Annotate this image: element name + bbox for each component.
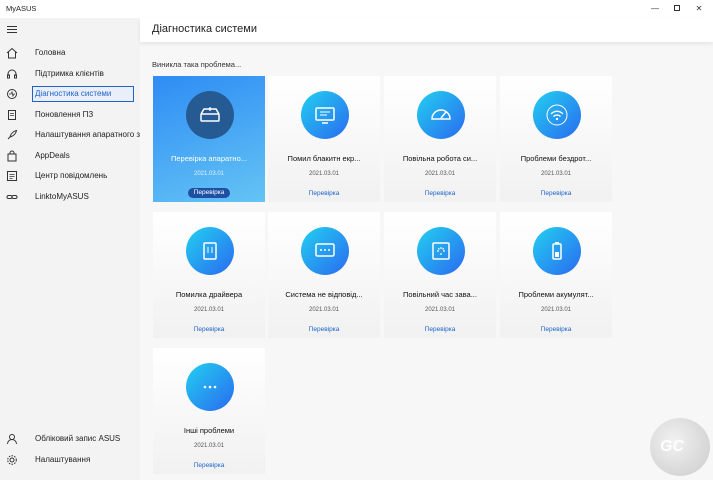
sidebar-item-notifications[interactable]: Центр повідомлень [0, 166, 140, 186]
card-icon-circle [186, 363, 234, 411]
sidebar-item-label: Налаштування [35, 455, 91, 464]
sidebar-item-account[interactable]: Обліковий запис ASUS [0, 429, 140, 449]
card-title: Помилка драйвера [175, 290, 243, 299]
check-button[interactable]: Перевірка [384, 190, 496, 197]
maximize-button[interactable] [666, 0, 688, 18]
card-title: Помил блакитн екр... [287, 154, 361, 163]
close-button[interactable]: ✕ [688, 0, 710, 18]
hardware-drive-icon [200, 107, 220, 122]
sidebar-item-settings[interactable]: Налаштування [0, 450, 140, 470]
chat-dots-icon [315, 243, 335, 257]
sidebar-item-hardware-settings[interactable]: Налаштування апаратного з [0, 125, 140, 145]
page-title: Діагностика системи [152, 23, 258, 35]
card-icon-circle [301, 227, 349, 275]
monitor-icon [315, 107, 335, 124]
user-icon [7, 434, 17, 445]
card-title: Інші проблеми [183, 426, 235, 435]
sidebar-item-label: Підтримка клієнтів [35, 69, 104, 78]
card-title: Проблеми бездрот... [520, 154, 592, 163]
app-title: MyASUS [6, 4, 37, 13]
card-date: 2021.03.01 [540, 171, 572, 177]
message-icon [7, 171, 17, 181]
wifi-icon [546, 104, 568, 126]
gear-icon [7, 455, 17, 465]
card-icon-circle [417, 91, 465, 139]
sidebar-item-appdeals[interactable]: AppDeals [0, 146, 140, 166]
sidebar-item-label: Діагностика системи [35, 89, 112, 98]
page-header: Діагностика системи [140, 18, 713, 42]
card-title: Система не відповід... [285, 290, 363, 299]
sidebar-item-label: Поновлення ПЗ [35, 110, 94, 119]
bag-icon [7, 150, 17, 162]
card-driver-error[interactable]: Помилка драйвера 2021.03.01 Перевірка [153, 212, 265, 338]
sidebar-item-label: Налаштування апаратного з [35, 130, 141, 139]
card-title: Повільна робота си... [402, 154, 478, 163]
maximize-icon [674, 5, 680, 11]
sidebar-item-label: AppDeals [35, 151, 70, 160]
check-button[interactable]: Перевірка [268, 326, 380, 333]
card-slow-boot[interactable]: Повільний час зава... 2021.03.01 Перевір… [384, 212, 496, 338]
sidebar-item-home[interactable]: Головна [0, 43, 140, 63]
card-hardware-check[interactable]: Перевірка апаратно... 2021.03.01 Перевір… [153, 76, 265, 202]
problem-label: Виникла така проблема... [152, 60, 242, 69]
more-dots-icon [203, 385, 217, 389]
title-bar: MyASUS — ✕ [0, 0, 713, 18]
card-battery[interactable]: Проблеми акумулят... 2021.03.01 Перевірк… [500, 212, 612, 338]
sidebar-item-support[interactable]: Підтримка клієнтів [0, 64, 140, 84]
driver-icon [203, 242, 217, 260]
card-icon-circle [533, 227, 581, 275]
sidebar-item-diagnostics[interactable]: Діагностика системи [0, 84, 140, 104]
card-date: 2021.03.01 [308, 171, 340, 177]
check-button[interactable]: Перевірка [500, 326, 612, 333]
card-date: 2021.03.01 [424, 171, 456, 177]
check-button[interactable]: Перевірка [384, 326, 496, 333]
sidebar-item-linktomyasus[interactable]: LinktoMyASUS [0, 187, 140, 207]
sidebar-item-label: LinktoMyASUS [35, 192, 89, 201]
check-button[interactable]: Перевірка [500, 190, 612, 197]
card-date: 2021.03.01 [193, 307, 225, 313]
card-date: 2021.03.01 [193, 171, 225, 177]
card-date: 2021.03.01 [540, 307, 572, 313]
card-icon-circle [301, 91, 349, 139]
check-button[interactable]: Перевірка [153, 326, 265, 333]
check-button[interactable]: Перевірка [188, 188, 230, 198]
sidebar-item-label: Головна [35, 48, 66, 57]
card-date: 2021.03.01 [308, 307, 340, 313]
card-wireless[interactable]: Проблеми бездрот... 2021.03.01 Перевірка [500, 76, 612, 202]
card-icon-circle [417, 227, 465, 275]
card-date: 2021.03.01 [424, 307, 456, 313]
link-icon [6, 195, 18, 199]
home-icon [6, 47, 18, 59]
card-icon-circle [186, 91, 234, 139]
sidebar: Головна Підтримка клієнтів Діагностика с… [0, 18, 140, 480]
rocket-icon [7, 129, 18, 140]
card-other-problems[interactable]: Інші проблеми 2021.03.01 Перевірка [153, 348, 265, 474]
main-content: Діагностика системи Виникла така проблем… [140, 18, 713, 480]
diagnostics-icon [7, 89, 17, 99]
sidebar-item-label: Обліковий запис ASUS [35, 434, 121, 443]
sidebar-item-updates[interactable]: Поновлення ПЗ [0, 105, 140, 125]
card-slow-system[interactable]: Повільна робота си... 2021.03.01 Перевір… [384, 76, 496, 202]
battery-icon [552, 242, 562, 260]
card-title: Перевірка апаратно... [170, 154, 247, 163]
minimize-button[interactable]: — [644, 0, 666, 18]
card-title: Повільний час зава... [403, 290, 477, 299]
card-date: 2021.03.01 [193, 443, 225, 449]
card-not-responding[interactable]: Система не відповід... 2021.03.01 Переві… [268, 212, 380, 338]
check-button[interactable]: Перевірка [268, 190, 380, 197]
hamburger-menu-icon[interactable] [7, 26, 17, 33]
card-title: Проблеми акумулят... [518, 290, 594, 299]
card-icon-circle [533, 91, 581, 139]
card-icon-circle [186, 227, 234, 275]
loading-icon [432, 242, 450, 260]
headset-icon [7, 69, 17, 79]
watermark-logo: GC [650, 418, 710, 476]
document-icon [8, 110, 16, 120]
card-blue-screen[interactable]: Помил блакитн екр... 2021.03.01 Перевірк… [268, 76, 380, 202]
speedometer-icon [431, 109, 451, 120]
check-button[interactable]: Перевірка [153, 462, 265, 469]
sidebar-item-label: Центр повідомлень [35, 171, 108, 180]
